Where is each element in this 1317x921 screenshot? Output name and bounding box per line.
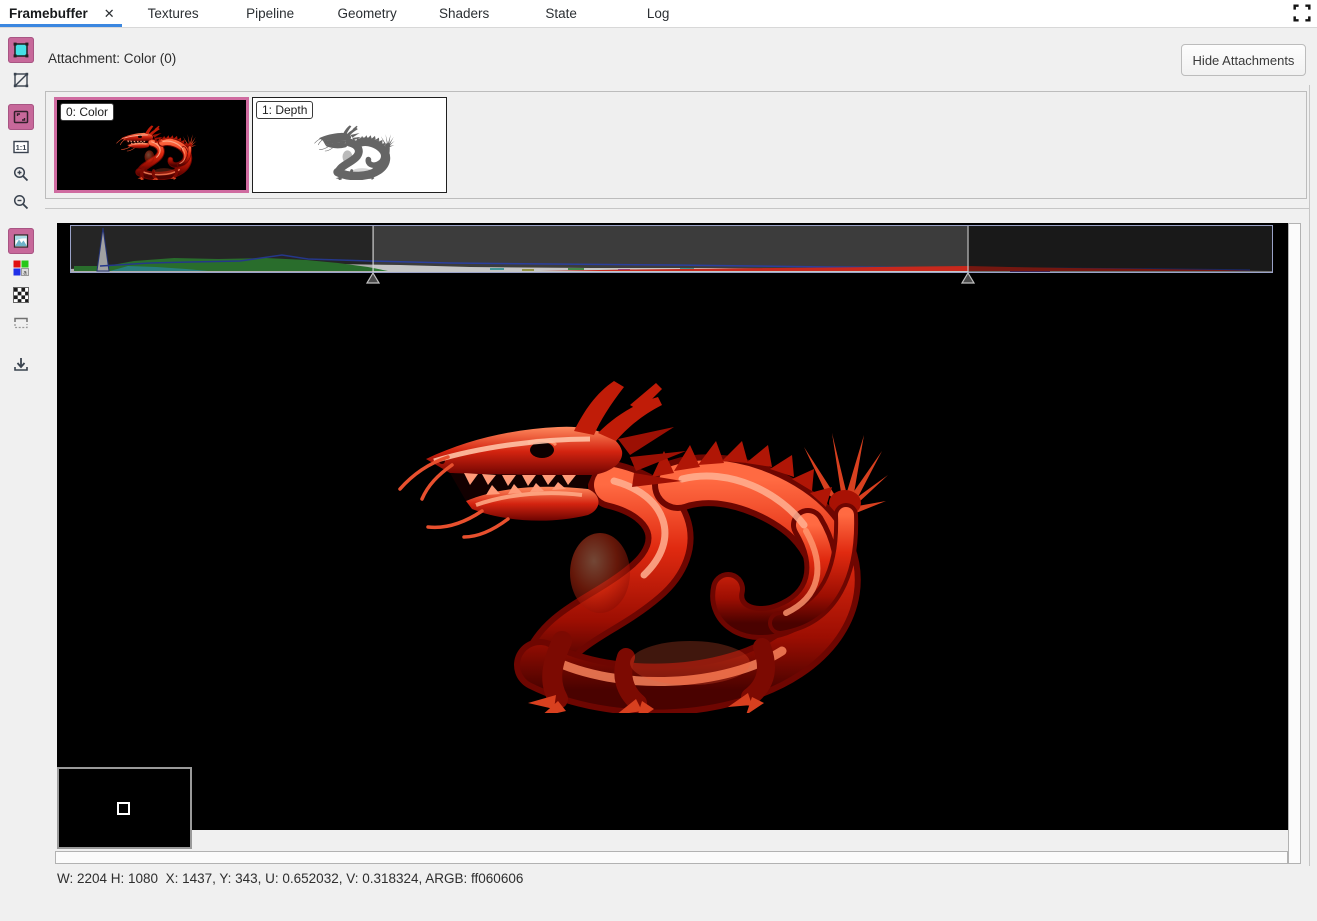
range-fit-icon bbox=[12, 313, 30, 331]
zoom-fit-button[interactable] bbox=[8, 104, 34, 130]
range-max-handle[interactable] bbox=[961, 271, 975, 283]
tab-geometry[interactable]: Geometry bbox=[319, 0, 416, 27]
zoom-in-button[interactable] bbox=[8, 161, 34, 187]
horizontal-scrollbar[interactable] bbox=[55, 851, 1288, 864]
hide-attachments-button[interactable]: Hide Attachments bbox=[1181, 44, 1306, 76]
tab-textures-label: Textures bbox=[148, 6, 199, 21]
tab-bar: Framebuffer ✕ Textures Pipeline Geometry… bbox=[0, 0, 1317, 28]
zoom-in-icon bbox=[12, 165, 30, 183]
tab-shaders[interactable]: Shaders bbox=[416, 0, 513, 27]
attachment-thumbnail-depth[interactable]: 1: Depth bbox=[252, 97, 447, 193]
tab-framebuffer[interactable]: Framebuffer ✕ bbox=[0, 0, 125, 27]
attachment-badge: 0: Color bbox=[60, 103, 114, 121]
tab-textures[interactable]: Textures bbox=[125, 0, 222, 27]
pixel-context-box bbox=[57, 767, 192, 849]
background-checker-icon bbox=[12, 71, 30, 89]
alpha-checker-icon bbox=[12, 286, 30, 304]
zoom-1-1-button[interactable]: 1:1 bbox=[8, 134, 34, 160]
tab-log[interactable]: Log bbox=[610, 0, 707, 27]
range-min-handle[interactable] bbox=[366, 271, 380, 283]
texture-viewport[interactable] bbox=[57, 223, 1288, 830]
zoom-1-1-icon: 1:1 bbox=[12, 138, 30, 156]
svg-text:1:1: 1:1 bbox=[16, 143, 27, 152]
range-histogram[interactable] bbox=[70, 225, 1273, 273]
background-color-icon bbox=[12, 41, 30, 59]
tab-state[interactable]: State bbox=[513, 0, 610, 27]
status-bar: W: 2204 H: 1080 X: 1437, Y: 343, U: 0.65… bbox=[57, 871, 523, 886]
fullscreen-button[interactable] bbox=[1292, 4, 1312, 24]
save-texture-button[interactable] bbox=[8, 351, 34, 377]
attachment-label: Attachment: Color (0) bbox=[48, 51, 176, 66]
vertical-scrollbar[interactable] bbox=[1288, 223, 1301, 864]
zoom-out-button[interactable] bbox=[8, 189, 34, 215]
range-min-handle-icon bbox=[366, 272, 380, 284]
alpha-checker-button[interactable] bbox=[8, 282, 34, 308]
histogram-view-icon bbox=[12, 232, 30, 250]
rendered-texture-image bbox=[57, 223, 1288, 830]
application-window: Framebuffer ✕ Textures Pipeline Geometry… bbox=[0, 0, 1317, 921]
background-checker-button[interactable] bbox=[8, 67, 34, 93]
viewer-panel-divider bbox=[45, 208, 1310, 209]
tab-state-label: State bbox=[545, 6, 577, 21]
rgba-channels-button[interactable]: a bbox=[8, 255, 34, 281]
horizontal-scrollbar-thumb[interactable] bbox=[55, 851, 1288, 864]
background-color-button[interactable] bbox=[8, 37, 34, 63]
zoom-fit-icon bbox=[12, 108, 30, 126]
attachments-panel: 0: Color 1: Depth bbox=[45, 91, 1307, 199]
histogram-view-button[interactable] bbox=[8, 228, 34, 254]
range-fit-button[interactable] bbox=[8, 309, 34, 335]
save-texture-icon bbox=[12, 355, 30, 373]
tab-log-label: Log bbox=[647, 6, 670, 21]
vertical-scrollbar-thumb[interactable] bbox=[1288, 223, 1301, 864]
attachment-badge: 1: Depth bbox=[256, 101, 313, 119]
rgba-channels-icon: a bbox=[12, 259, 30, 277]
tab-framebuffer-label: Framebuffer bbox=[9, 6, 88, 21]
viewer-panel-right-edge bbox=[1309, 85, 1310, 866]
tab-shaders-label: Shaders bbox=[439, 6, 489, 21]
active-tab-underline bbox=[0, 24, 122, 27]
pixel-cursor-marker bbox=[117, 802, 130, 815]
attachment-thumbnail-color[interactable]: 0: Color bbox=[54, 97, 249, 193]
histogram-plot bbox=[70, 225, 1273, 273]
range-max-handle-icon bbox=[961, 272, 975, 284]
tab-pipeline-label: Pipeline bbox=[246, 6, 294, 21]
zoom-out-icon bbox=[12, 193, 30, 211]
fullscreen-icon bbox=[1293, 4, 1311, 22]
tab-geometry-label: Geometry bbox=[338, 6, 397, 21]
close-tab-icon[interactable]: ✕ bbox=[104, 6, 115, 22]
tab-pipeline[interactable]: Pipeline bbox=[222, 0, 319, 27]
